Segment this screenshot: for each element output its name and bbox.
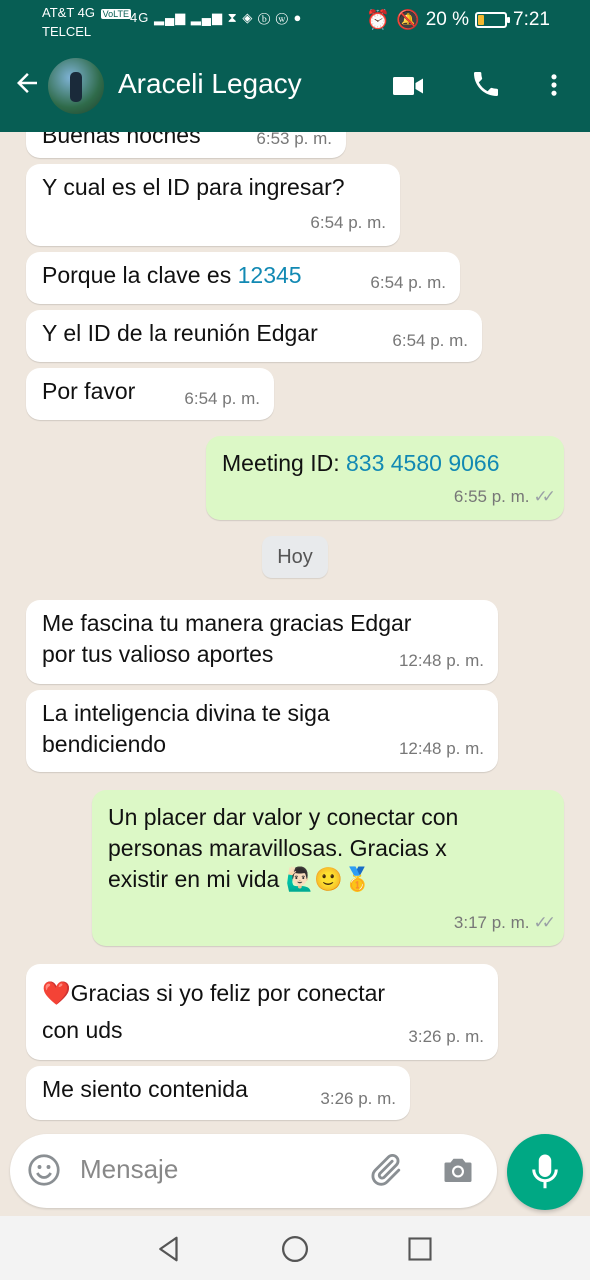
message-text: Gracias si yo feliz por conectar bbox=[70, 980, 386, 1006]
message-bubble[interactable]: Por favor 6:54 p. m. bbox=[26, 368, 274, 420]
message-bubble[interactable]: ❤️Gracias si yo feliz por conectar con u… bbox=[26, 964, 498, 1060]
message-text: Buenas noches bbox=[42, 132, 201, 148]
message-bubble[interactable]: Porque la clave es 12345 6:54 p. m. bbox=[26, 252, 460, 304]
message-input[interactable]: Mensaje bbox=[80, 1154, 178, 1185]
mic-button[interactable] bbox=[507, 1134, 583, 1210]
message-time: 12:48 p. m. bbox=[398, 651, 484, 670]
message-time: 3:26 p. m. bbox=[408, 1027, 484, 1046]
signal-label: 4G bbox=[130, 10, 150, 25]
system-nav-bar bbox=[0, 1216, 590, 1280]
battery-icon bbox=[475, 12, 511, 28]
message-link[interactable]: 833 4580 9066 bbox=[346, 450, 500, 476]
message-time: 6:53 p. m. bbox=[256, 132, 332, 148]
message-bubble[interactable]: Me siento contenida 3:26 p. m. bbox=[26, 1066, 410, 1120]
volte-badge: VoLTE bbox=[100, 9, 131, 19]
contact-name[interactable]: Araceli Legacy bbox=[118, 68, 302, 100]
back-arrow-icon[interactable] bbox=[12, 68, 42, 104]
double-check-icon: ✓✓ bbox=[533, 487, 556, 506]
carrier-label: AT&T 4G bbox=[42, 5, 95, 20]
message-time: 6:54 p. m. bbox=[310, 213, 386, 232]
message-time: 3:17 p. m. ✓✓ bbox=[454, 907, 556, 938]
day-separator: Hoy bbox=[262, 536, 328, 578]
message-text: Por favor bbox=[42, 378, 136, 404]
message-emojis: 🙋🏻‍♂️🙂🥇 bbox=[285, 866, 372, 892]
message-text: Y el ID de la reunión Edgar bbox=[42, 320, 318, 346]
status-right: ⏰ 🔕 20 % 7:21 bbox=[366, 8, 550, 32]
message-text: Me siento contenida bbox=[42, 1076, 248, 1102]
status-bar: AT&T 4G VoLTE TELCEL 4G ▂▄▆ ▂▄▆ ⧗ ◈ ⓑ ⓦ … bbox=[0, 0, 590, 48]
message-time: 6:54 p. m. bbox=[392, 331, 468, 350]
message-text: Un placer dar valor y conectar con bbox=[108, 804, 459, 830]
attach-icon[interactable] bbox=[366, 1151, 404, 1194]
message-bubble[interactable]: Y el ID de la reunión Edgar 6:54 p. m. bbox=[26, 310, 482, 362]
double-check-icon: ✓✓ bbox=[533, 913, 556, 932]
phone-icon[interactable] bbox=[470, 68, 502, 105]
message-text: Porque la clave es bbox=[42, 262, 238, 288]
clock: 7:21 bbox=[513, 9, 550, 30]
message-bubble[interactable]: Meeting ID: 833 4580 9066 6:55 p. m. ✓✓ bbox=[206, 436, 564, 520]
message-time: 6:54 p. m. bbox=[184, 389, 260, 408]
message-text: Meeting ID: bbox=[222, 450, 346, 476]
message-bubble[interactable]: Me fascina tu manera gracias Edgar por t… bbox=[26, 600, 498, 684]
mute-icon: 🔕 bbox=[396, 10, 420, 31]
message-text: existir en mi vida bbox=[108, 866, 280, 892]
carrier-info: AT&T 4G VoLTE TELCEL bbox=[42, 4, 131, 40]
message-time: 3:26 p. m. bbox=[320, 1089, 396, 1108]
message-input-bar[interactable]: Mensaje bbox=[10, 1134, 497, 1208]
message-text: Me fascina tu manera gracias Edgar bbox=[42, 610, 412, 636]
message-time: 6:54 p. m. bbox=[370, 273, 446, 292]
chat-header: Araceli Legacy bbox=[0, 48, 590, 132]
chat-area[interactable]: Buenas noches 6:53 p. m. Y cual es el ID… bbox=[0, 132, 590, 1130]
nav-recents-icon[interactable] bbox=[406, 1234, 434, 1269]
nav-back-icon[interactable] bbox=[154, 1234, 184, 1269]
camera-icon[interactable] bbox=[440, 1152, 476, 1193]
alarm-icon: ⏰ bbox=[366, 10, 391, 31]
avatar[interactable] bbox=[48, 58, 104, 114]
message-bubble[interactable]: La inteligencia divina te siga bendicien… bbox=[26, 690, 498, 772]
carrier2-label: TELCEL bbox=[42, 24, 92, 39]
battery-percent: 20 % bbox=[425, 9, 470, 30]
heart-emoji: ❤️ bbox=[42, 980, 71, 1006]
message-text: La inteligencia divina te siga bbox=[42, 700, 330, 726]
emoji-icon[interactable] bbox=[26, 1152, 62, 1193]
message-text: Y cual es el ID para ingresar? bbox=[42, 174, 345, 200]
message-time: 12:48 p. m. bbox=[398, 739, 484, 758]
nav-home-icon[interactable] bbox=[280, 1234, 310, 1269]
message-bubble[interactable]: Buenas noches 6:53 p. m. bbox=[26, 132, 346, 158]
message-bubble[interactable]: Un placer dar valor y conectar con perso… bbox=[92, 790, 564, 946]
message-link[interactable]: 12345 bbox=[238, 262, 302, 288]
more-vert-icon[interactable] bbox=[540, 68, 568, 107]
message-bubble[interactable]: Y cual es el ID para ingresar? 6:54 p. m… bbox=[26, 164, 400, 246]
mic-icon bbox=[532, 1154, 558, 1189]
status-icons: 4G ▂▄▆ ▂▄▆ ⧗ ◈ ⓑ ⓦ ● bbox=[130, 10, 303, 25]
message-time: 6:55 p. m. ✓✓ bbox=[454, 481, 556, 512]
video-call-icon[interactable] bbox=[390, 68, 426, 109]
message-text: personas maravillosas. Gracias x bbox=[108, 835, 447, 861]
